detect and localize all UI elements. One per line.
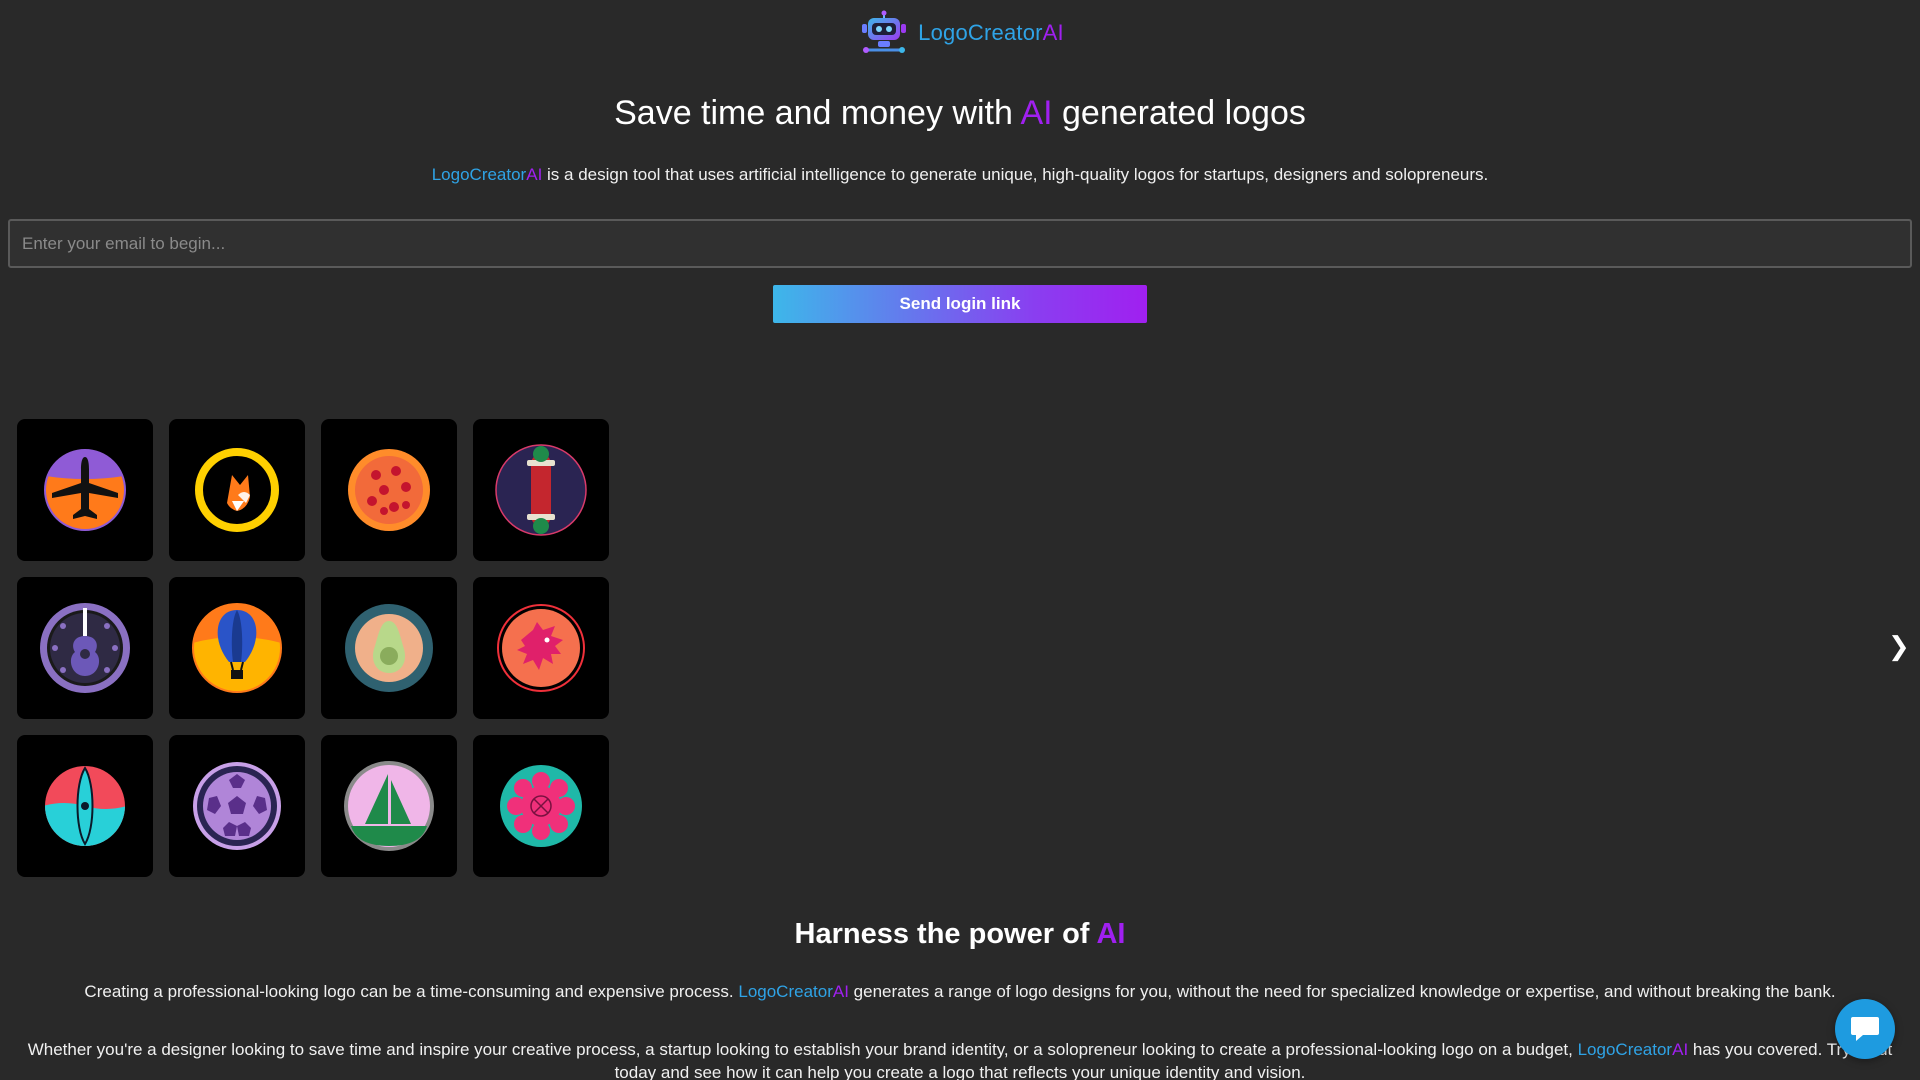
site-logo[interactable]: LogoCreatorAI bbox=[0, 10, 1920, 56]
avocado-logo-icon bbox=[345, 604, 433, 692]
airplane-logo-icon bbox=[44, 449, 126, 531]
carousel-next-button[interactable]: ❯ bbox=[1888, 633, 1910, 659]
logo-tile[interactable] bbox=[473, 419, 609, 561]
features-paragraph-2: Whether you're a designer looking to sav… bbox=[27, 1040, 1893, 1080]
sailboat-logo-icon bbox=[344, 761, 434, 851]
dragon-logo-icon bbox=[497, 604, 585, 692]
hero-title: Save time and money with AI generated lo… bbox=[614, 94, 1306, 132]
features-title: Harness the power of AI bbox=[794, 918, 1126, 950]
guitar-logo-icon bbox=[40, 603, 130, 693]
logo-tile[interactable] bbox=[17, 419, 153, 561]
chat-bubble-icon bbox=[1851, 1017, 1879, 1041]
soccer-ball-logo-icon bbox=[193, 762, 281, 850]
logo-tile[interactable] bbox=[169, 419, 305, 561]
logo-tile[interactable] bbox=[473, 735, 609, 877]
pizza-logo-icon bbox=[348, 449, 430, 531]
flower-logo-icon bbox=[500, 765, 582, 847]
logo-tile[interactable] bbox=[473, 577, 609, 719]
logo-tile[interactable] bbox=[321, 735, 457, 877]
skateboard-logo-icon bbox=[495, 444, 587, 536]
hero-description: LogoCreatorAI is a design tool that uses… bbox=[431, 165, 1489, 184]
email-input[interactable] bbox=[8, 219, 1912, 268]
robot-icon bbox=[862, 10, 907, 53]
logo-tile[interactable] bbox=[169, 577, 305, 719]
logo-tile[interactable] bbox=[17, 735, 153, 877]
logo-tile[interactable] bbox=[169, 735, 305, 877]
hot-air-balloon-logo-icon bbox=[192, 603, 282, 693]
send-login-link-button[interactable]: Send login link bbox=[773, 285, 1147, 323]
kayak-logo-icon bbox=[45, 766, 125, 846]
features-paragraph-1: Creating a professional-looking logo can… bbox=[84, 982, 1836, 1001]
logo-tile[interactable] bbox=[17, 577, 153, 719]
chat-widget-button[interactable] bbox=[1835, 999, 1895, 1059]
fox-logo-icon bbox=[195, 448, 279, 532]
logo-wordmark: LogoCreatorAI bbox=[918, 20, 1064, 45]
logo-carousel bbox=[17, 419, 609, 877]
logo-tile[interactable] bbox=[321, 577, 457, 719]
logo-tile[interactable] bbox=[321, 419, 457, 561]
